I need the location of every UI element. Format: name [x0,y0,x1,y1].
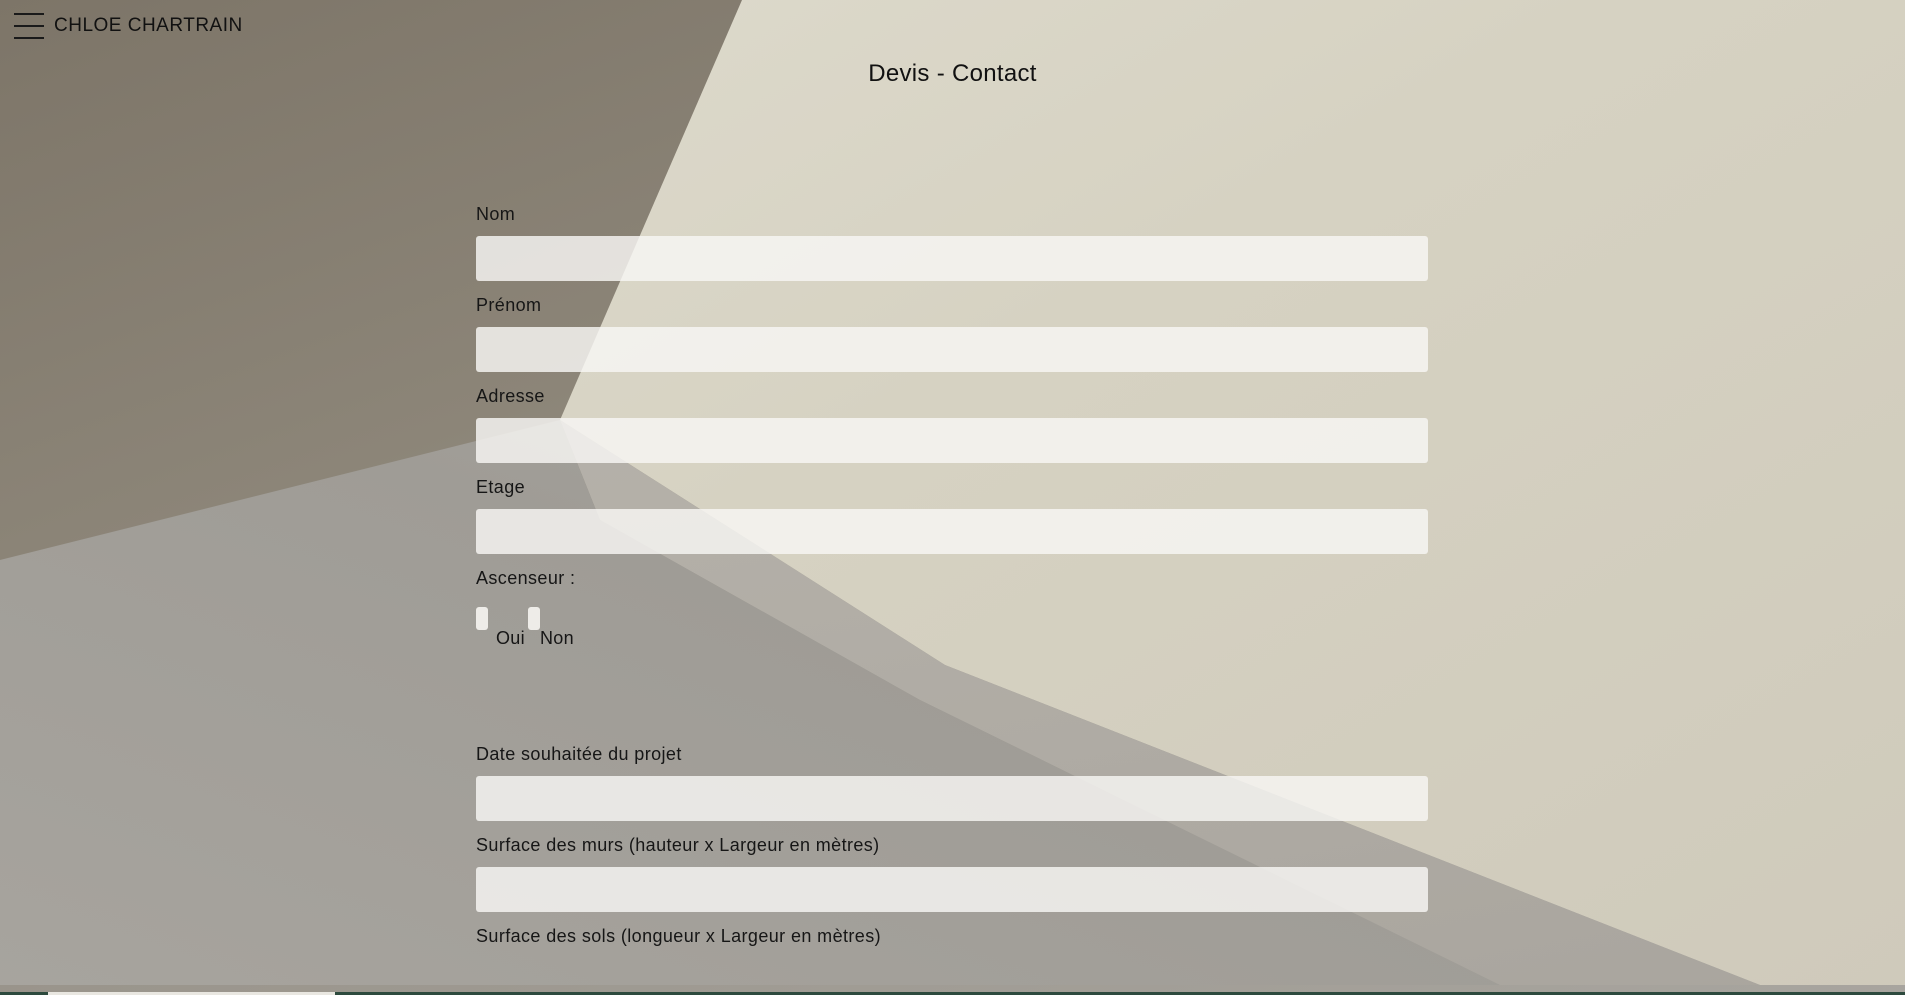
ascenseur-oui-radio[interactable] [476,607,488,630]
nom-label: Nom [476,204,516,224]
page-title: Devis - Contact [868,60,1037,87]
ascenseur-oui-label[interactable]: Oui [496,628,525,649]
surface-sols-label: Surface des sols (longueur x Largeur en … [476,926,881,946]
date-input[interactable] [476,776,1428,821]
page: CHLOE CHARTRAIN Devis - Contact Nom Prén… [0,0,1905,995]
adresse-input[interactable] [476,418,1428,463]
ascenseur-label: Ascenseur : [476,568,576,588]
etage-input[interactable] [476,509,1428,554]
date-label: Date souhaitée du projet [476,744,682,764]
quote-contact-form: Nom Prénom Adresse Etage Ascenseur : Oui… [476,200,1428,958]
surface-murs-label: Surface des murs (hauteur x Largeur en m… [476,835,880,855]
menu-line [14,25,44,27]
ascenseur-non-label[interactable]: Non [540,628,574,649]
prenom-label: Prénom [476,295,542,315]
top-bar: CHLOE CHARTRAIN [0,0,243,52]
ascenseur-group: Ascenseur : Oui Non [476,564,1428,740]
hamburger-menu-icon[interactable] [14,13,44,39]
adresse-label: Adresse [476,386,545,406]
surface-murs-input[interactable] [476,867,1428,912]
nom-input[interactable] [476,236,1428,281]
etage-label: Etage [476,477,526,497]
prenom-input[interactable] [476,327,1428,372]
menu-line [14,37,44,39]
menu-line [14,13,44,15]
brand-name[interactable]: CHLOE CHARTRAIN [54,15,243,37]
ascenseur-non-radio[interactable] [528,607,540,630]
